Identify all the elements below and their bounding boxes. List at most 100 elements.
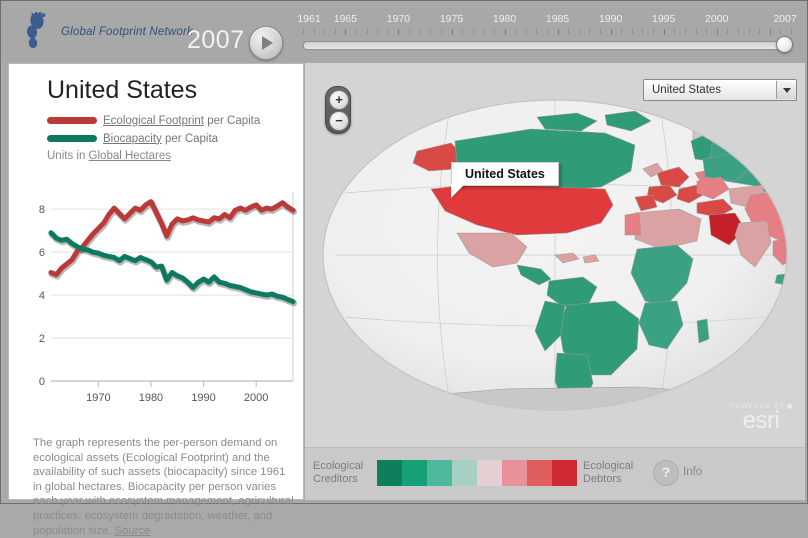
page-title: United States xyxy=(47,76,197,105)
question-mark-icon[interactable]: ? xyxy=(653,460,679,486)
legend-swatch-biocapacity xyxy=(47,135,97,142)
footprint-suffix: per Capita xyxy=(204,115,260,127)
timeline-tick xyxy=(600,29,601,34)
timeline-tick xyxy=(398,29,399,35)
timeline-handle[interactable] xyxy=(776,36,793,53)
country-detail-panel: United States Ecological Footprint per C… xyxy=(8,63,304,500)
timeline-tick xyxy=(717,29,718,35)
timeline-tick xyxy=(441,29,442,34)
play-animation-button[interactable] xyxy=(249,26,283,60)
plus-icon[interactable]: + xyxy=(329,90,349,110)
timeline-tick xyxy=(558,29,559,35)
y-tick-label: 6 xyxy=(39,247,45,259)
creditors-line1: Ecological xyxy=(313,460,363,472)
footprint-link[interactable]: Ecological Footprint xyxy=(103,115,204,127)
timeline-tick xyxy=(345,29,346,35)
timeline-label-1970: 1970 xyxy=(387,13,410,25)
legend-item-biocapacity: Biocapacity per Capita xyxy=(47,130,297,147)
x-tick-label: 1970 xyxy=(86,392,110,404)
ramp-swatch-6 xyxy=(527,460,552,486)
timeline-slider[interactable]: 1961196519701975198019851990199520002007 xyxy=(297,13,797,57)
world-map-panel[interactable]: + − United States United States POWERED … xyxy=(305,63,805,500)
timeline-tick xyxy=(452,29,453,35)
timeline-tick xyxy=(653,29,654,34)
y-tick-label: 2 xyxy=(39,333,45,345)
timeline-label-1995: 1995 xyxy=(652,13,675,25)
map-tooltip: United States xyxy=(451,162,559,186)
source-link[interactable]: Source xyxy=(115,525,151,537)
x-tick-label: 2000 xyxy=(244,392,268,404)
timeline-tick xyxy=(568,29,569,34)
ramp-swatch-3 xyxy=(452,460,477,486)
footprint-biocapacity-chart: 024681970198019902000 xyxy=(31,184,299,419)
legend-item-footprint: Ecological Footprint per Capita xyxy=(47,112,297,129)
legend-creditors-label: Ecological Creditors xyxy=(313,460,379,486)
esri-dot-icon xyxy=(787,404,792,409)
debtors-line2: Debtors xyxy=(583,473,622,485)
timeline-label-1980: 1980 xyxy=(493,13,516,25)
timeline-tick xyxy=(727,29,728,34)
y-tick-label: 0 xyxy=(39,376,45,388)
timeline-tick xyxy=(303,29,304,34)
color-ramp xyxy=(377,460,577,486)
footprint-logo-icon xyxy=(21,12,55,52)
ramp-swatch-7 xyxy=(552,460,577,486)
timeline-tick xyxy=(377,29,378,34)
x-tick-label: 1980 xyxy=(139,392,163,404)
timeline-ticks xyxy=(297,29,797,35)
map-tooltip-label: United States xyxy=(465,167,545,181)
timeline-tick xyxy=(706,29,707,34)
chart-legend: Ecological Footprint per Capita Biocapac… xyxy=(47,112,297,148)
timeline-tick xyxy=(494,29,495,34)
timeline-tick xyxy=(335,29,336,34)
biocapacity-link[interactable]: Biocapacity xyxy=(103,133,162,145)
timeline-tick xyxy=(473,29,474,34)
timeline-tick xyxy=(579,29,580,34)
description-text: The graph represents the per-person dema… xyxy=(33,437,294,537)
chevron-down-icon[interactable] xyxy=(776,81,796,99)
global-hectares-link[interactable]: Global Hectares xyxy=(89,150,171,162)
x-tick-label: 1990 xyxy=(191,392,215,404)
timeline-label-1965: 1965 xyxy=(334,13,357,25)
ramp-swatch-1 xyxy=(402,460,427,486)
chart-description: The graph represents the per-person dema… xyxy=(33,436,295,538)
timeline-tick xyxy=(547,29,548,34)
timeline-tick xyxy=(526,29,527,34)
timeline-tick xyxy=(664,29,665,35)
timeline-tick xyxy=(759,29,760,34)
info-label[interactable]: Info xyxy=(683,466,702,478)
minus-icon[interactable]: − xyxy=(329,111,349,131)
series-line xyxy=(51,202,293,275)
map-zoom-controls[interactable]: + − xyxy=(325,86,351,134)
timeline-label-2007: 2007 xyxy=(773,13,796,25)
ramp-swatch-2 xyxy=(427,460,452,486)
timeline-track[interactable] xyxy=(303,41,793,50)
legend-label-biocapacity: Biocapacity per Capita xyxy=(103,133,218,145)
timeline-tick xyxy=(770,29,771,35)
timeline-labels: 1961196519701975198019851990199520002007 xyxy=(297,13,797,27)
timeline-tick xyxy=(314,29,315,34)
timeline-tick xyxy=(611,29,612,35)
country-select-dropdown[interactable]: United States xyxy=(643,79,797,101)
timeline-tick xyxy=(505,29,506,35)
creditors-line2: Creditors xyxy=(313,473,358,485)
brand-logo[interactable]: Global Footprint Network xyxy=(21,11,181,53)
application-window: Global Footprint Network 2007 1961196519… xyxy=(0,0,808,504)
esri-brand-name: esri xyxy=(727,410,795,432)
timeline-tick xyxy=(632,29,633,34)
timeline-tick xyxy=(409,29,410,34)
legend-swatch-footprint xyxy=(47,117,97,124)
ramp-swatch-5 xyxy=(502,460,527,486)
timeline-tick xyxy=(515,29,516,34)
timeline-label-1985: 1985 xyxy=(546,13,569,25)
timeline-tick xyxy=(685,29,686,34)
biocapacity-suffix: per Capita xyxy=(162,133,218,145)
map-canvas[interactable] xyxy=(305,63,805,448)
timeline-tick xyxy=(430,29,431,34)
timeline-tick xyxy=(621,29,622,34)
legend-debtors-label: Ecological Debtors xyxy=(583,460,649,486)
timeline-tick xyxy=(356,29,357,34)
timeline-tick xyxy=(367,29,368,34)
y-tick-label: 8 xyxy=(39,204,45,216)
debtors-line1: Ecological xyxy=(583,460,633,472)
